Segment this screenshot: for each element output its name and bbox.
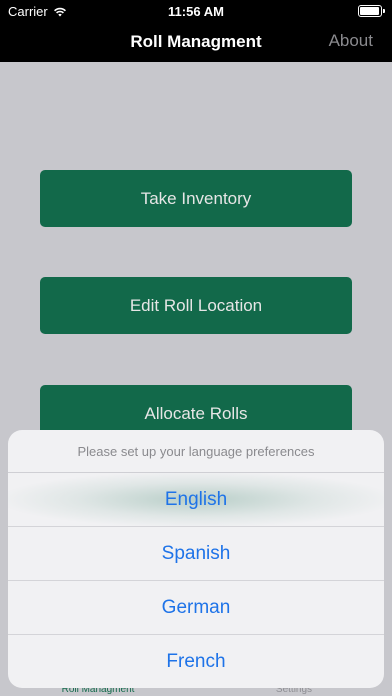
- status-bar: Carrier 11:56 AM: [0, 0, 392, 22]
- battery-icon: [358, 5, 385, 17]
- language-action-sheet: Please set up your language preferences …: [8, 430, 384, 688]
- action-sheet-title: Please set up your language preferences: [8, 430, 384, 473]
- option-english[interactable]: English: [8, 473, 384, 527]
- battery-fill: [360, 7, 379, 15]
- status-time: 11:56 AM: [168, 4, 224, 19]
- option-german[interactable]: German: [8, 581, 384, 635]
- option-french[interactable]: French: [8, 635, 384, 688]
- option-spanish[interactable]: Spanish: [8, 527, 384, 581]
- edit-roll-location-button[interactable]: Edit Roll Location: [40, 277, 352, 334]
- about-button[interactable]: About: [329, 31, 373, 51]
- navigation-bar: Roll Managment About: [0, 22, 392, 62]
- take-inventory-button[interactable]: Take Inventory: [40, 170, 352, 227]
